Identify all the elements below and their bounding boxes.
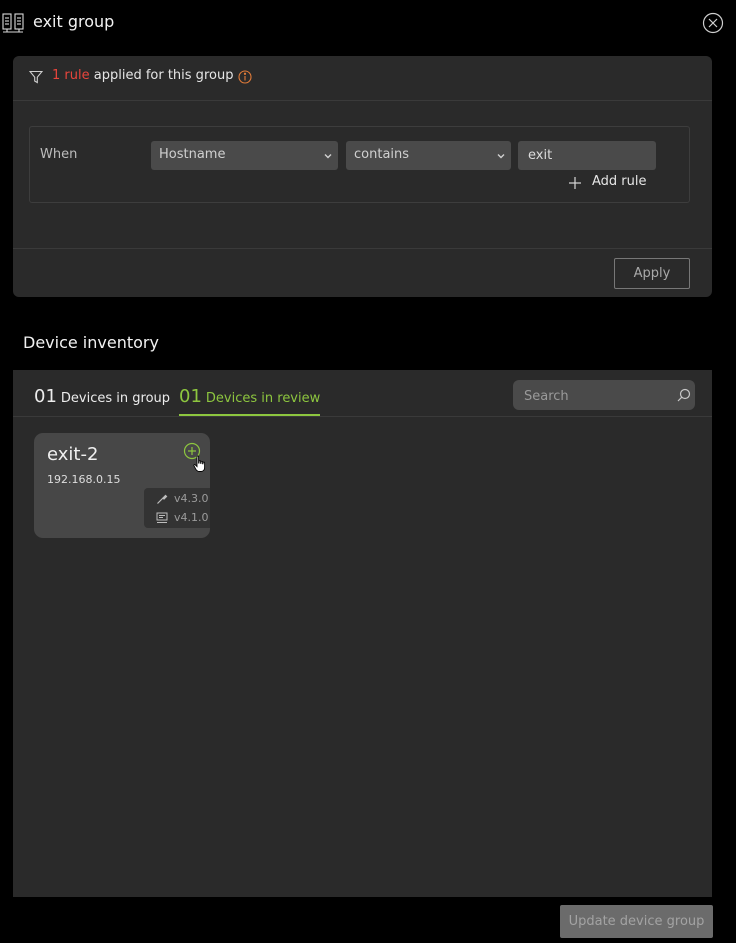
plus-icon: [569, 177, 581, 189]
device-ip: 192.168.0.15: [47, 473, 121, 486]
device-name: exit-2: [47, 444, 99, 465]
chevron-down-icon: [497, 154, 505, 159]
hand-cursor-icon: [193, 455, 206, 472]
inventory-title: Device inventory: [23, 333, 159, 352]
header: exit group: [0, 0, 736, 48]
rule-row: When Hostname contains Add rule: [29, 126, 690, 203]
search-input[interactable]: [513, 380, 676, 412]
device-versions: v4.3.0 v4.1.0: [144, 488, 210, 528]
info-icon[interactable]: [238, 70, 252, 84]
rules-footer: Apply: [13, 248, 712, 298]
add-rule-label: Add rule: [592, 174, 647, 189]
device-group-icon: [2, 13, 24, 33]
wrench-icon: [157, 494, 168, 504]
firmware-icon: [156, 512, 168, 523]
rule-value-input[interactable]: [518, 141, 656, 170]
rules-summary-suffix: applied for this group: [93, 68, 234, 83]
apply-button[interactable]: Apply: [614, 258, 690, 289]
rules-summary: 1 rule applied for this group: [13, 56, 712, 101]
search-icon[interactable]: [677, 388, 691, 402]
tab-devices-in-group[interactable]: 01 Devices in group: [34, 386, 170, 414]
filter-icon: [29, 70, 43, 84]
agent-version: v4.3.0: [174, 492, 209, 505]
inventory-panel: 01Devices in group 01Devices in review e…: [13, 370, 712, 897]
tab-count: 01: [34, 386, 57, 407]
inventory-tabs: 01 Devices in group 01 Devices in review: [13, 370, 712, 417]
search-box: [513, 380, 695, 412]
tab-count: 01: [179, 386, 202, 407]
operator-select[interactable]: contains: [346, 141, 511, 170]
tab-devices-in-review[interactable]: 01 Devices in review: [179, 386, 321, 416]
firmware-version: v4.1.0: [174, 511, 209, 524]
field-select-value: Hostname: [159, 147, 226, 162]
close-icon[interactable]: [702, 12, 724, 34]
device-card[interactable]: exit-2 192.168.0.15 v4.3.0 v4.1.0: [34, 433, 210, 538]
tab-label: Devices in group: [60, 391, 171, 406]
page-title: exit group: [33, 12, 115, 31]
update-device-group-button[interactable]: Update device group: [560, 905, 713, 938]
rules-panel: 1 rule applied for this group When Hostn…: [13, 56, 712, 297]
chevron-down-icon: [324, 154, 332, 159]
operator-select-value: contains: [354, 147, 410, 162]
rules-summary-text: 1 rule applied for this group: [52, 68, 233, 83]
rule-count: 1 rule: [52, 68, 90, 83]
tab-label: Devices in review: [205, 391, 321, 406]
field-select[interactable]: Hostname: [151, 141, 338, 170]
when-label: When: [40, 147, 78, 162]
